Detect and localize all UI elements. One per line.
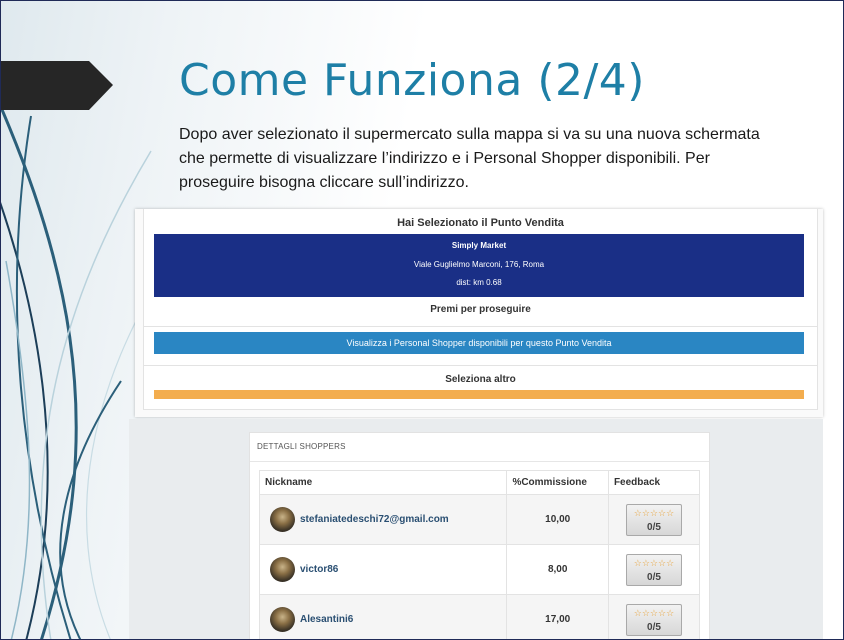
nickname-cell: stefaniatedeschi72@gmail.com	[258, 494, 508, 545]
store-address: Viale Guglielmo Marconi, 176, Roma	[413, 260, 545, 269]
feedback-cell: ☆☆☆☆☆ 0/5	[607, 594, 701, 639]
feedback-score: 0/5	[647, 621, 661, 633]
avatar	[270, 507, 295, 532]
commission-cell: 8,00	[506, 544, 609, 595]
shoppers-heading: DETTAGLI SHOPPERS	[257, 442, 346, 451]
divider	[144, 365, 817, 366]
nickname-cell: Alesantini6	[258, 594, 508, 639]
divider	[250, 461, 709, 462]
feedback-button[interactable]: ☆☆☆☆☆ 0/5	[625, 603, 682, 636]
shopper-nickname-link[interactable]: victor86	[300, 564, 338, 575]
store-address-box[interactable]: Simply Market Viale Guglielmo Marconi, 1…	[154, 234, 804, 297]
show-shoppers-button[interactable]: Visualizza i Personal Shopper disponibil…	[154, 332, 804, 354]
star-rating-icon: ☆☆☆☆☆	[633, 508, 675, 519]
feedback-score: 0/5	[647, 571, 661, 583]
table-row[interactable]: victor86 8,00 ☆☆☆☆☆ 0/5	[258, 544, 701, 595]
table-header-row: Nickname %Commissione Feedback	[258, 470, 701, 495]
continue-label: Premi per proseguire	[430, 304, 531, 315]
shopper-nickname-link[interactable]: Alesantini6	[300, 614, 353, 625]
shoppers-details-card: DETTAGLI SHOPPERS Nickname %Commissione …	[249, 432, 710, 639]
feedback-cell: ☆☆☆☆☆ 0/5	[607, 544, 701, 595]
store-selection-screenshot: Hai Selezionato il Punto Vendita Simply …	[135, 209, 823, 417]
table-row[interactable]: stefaniatedeschi72@gmail.com 10,00 ☆☆☆☆☆…	[258, 494, 701, 545]
divider	[144, 326, 817, 327]
star-rating-icon: ☆☆☆☆☆	[633, 558, 675, 569]
avatar	[270, 557, 295, 582]
slide-title: Come Funziona (2/4)	[179, 55, 645, 106]
feedback-button[interactable]: ☆☆☆☆☆ 0/5	[625, 503, 682, 536]
table-row[interactable]: Alesantini6 17,00 ☆☆☆☆☆ 0/5	[258, 594, 701, 639]
slide: Come Funziona (2/4) Dopo aver selezionat…	[0, 0, 844, 640]
select-other-label: Seleziona altro	[445, 374, 516, 385]
slide-description: Dopo aver selezionato il supermercato su…	[179, 126, 760, 191]
column-header-nickname: Nickname	[258, 470, 508, 495]
commission-cell: 17,00	[506, 594, 609, 639]
store-selection-card: Hai Selezionato il Punto Vendita Simply …	[143, 209, 818, 410]
avatar	[270, 607, 295, 632]
column-header-commission: %Commissione	[506, 470, 609, 495]
column-header-feedback: Feedback	[607, 470, 701, 495]
shoppers-table: Nickname %Commissione Feedback stefaniat…	[258, 470, 701, 639]
shoppers-screenshot: DETTAGLI SHOPPERS Nickname %Commissione …	[129, 419, 823, 639]
feedback-score: 0/5	[647, 521, 661, 533]
nickname-cell: victor86	[258, 544, 508, 595]
store-distance: dist: km 0.68	[456, 278, 502, 287]
star-rating-icon: ☆☆☆☆☆	[633, 608, 675, 619]
commission-cell: 10,00	[506, 494, 609, 545]
feedback-button[interactable]: ☆☆☆☆☆ 0/5	[625, 553, 682, 586]
select-other-button[interactable]	[154, 390, 804, 399]
selected-store-heading: Hai Selezionato il Punto Vendita	[397, 217, 564, 229]
store-name: Simply Market	[451, 241, 507, 250]
feedback-cell: ☆☆☆☆☆ 0/5	[607, 494, 701, 545]
shopper-nickname-link[interactable]: stefaniatedeschi72@gmail.com	[300, 514, 449, 525]
